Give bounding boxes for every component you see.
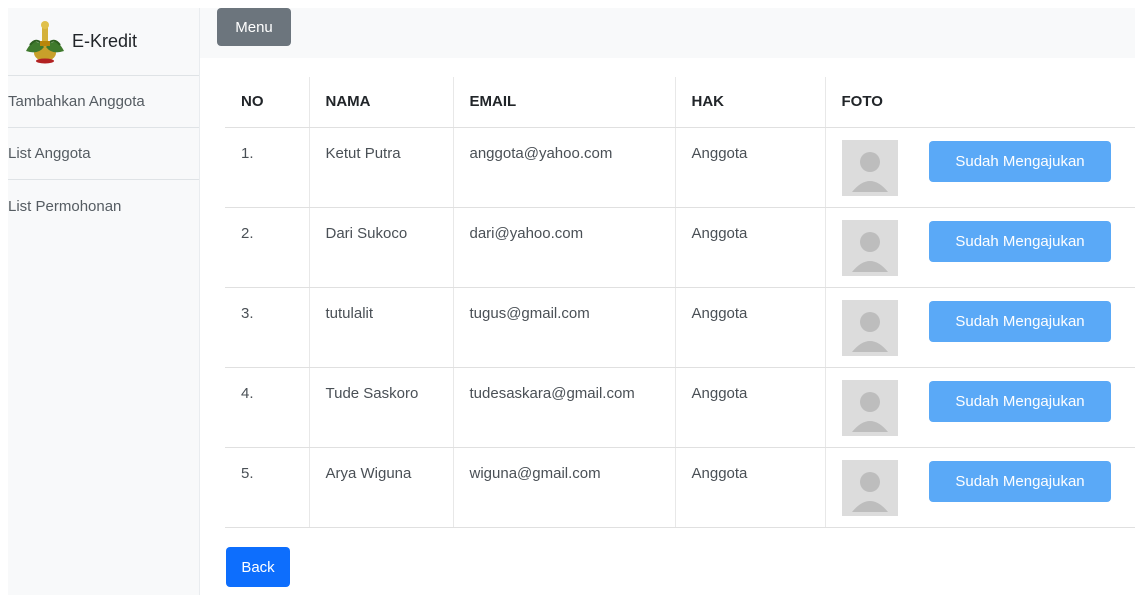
sidebar-item-list-permohonan[interactable]: List Permohonan bbox=[8, 180, 199, 232]
row-email: dari@yahoo.com bbox=[452, 207, 675, 288]
back-button[interactable]: Back bbox=[226, 547, 290, 587]
table-row: 3. tutulalit tugus@gmail.com Anggota Sud… bbox=[225, 287, 1135, 368]
header-email: EMAIL bbox=[452, 77, 675, 128]
row-action: Sudah Mengajukan bbox=[915, 367, 1135, 448]
row-nama: Ketut Putra bbox=[308, 127, 453, 208]
row-no: 4. bbox=[225, 367, 309, 448]
row-foto bbox=[824, 207, 915, 288]
row-no: 3. bbox=[225, 287, 309, 368]
header-nama: NAMA bbox=[308, 77, 453, 128]
row-email: tugus@gmail.com bbox=[452, 287, 675, 368]
row-nama: Arya Wiguna bbox=[308, 447, 453, 528]
emblem-logo-icon bbox=[26, 20, 64, 63]
row-email: tudesaskara@gmail.com bbox=[452, 367, 675, 448]
header-no: NO bbox=[225, 77, 309, 128]
row-hak: Anggota bbox=[674, 207, 825, 288]
brand[interactable]: E-Kredit bbox=[8, 8, 199, 76]
row-action: Sudah Mengajukan bbox=[915, 207, 1135, 288]
sudah-mengajukan-button[interactable]: Sudah Mengajukan bbox=[929, 140, 1111, 182]
row-nama: tutulalit bbox=[308, 287, 453, 368]
row-nama: Dari Sukoco bbox=[308, 207, 453, 288]
menu-button[interactable]: Menu bbox=[217, 8, 291, 46]
row-action: Sudah Mengajukan bbox=[915, 287, 1135, 368]
user-avatar-icon bbox=[841, 299, 898, 356]
sidebar-nav: Tambahkan Anggota List Anggota List Perm… bbox=[8, 76, 199, 232]
sudah-mengajukan-button[interactable]: Sudah Mengajukan bbox=[929, 460, 1111, 502]
row-foto bbox=[824, 367, 915, 448]
row-action: Sudah Mengajukan bbox=[915, 447, 1135, 528]
header-foto: FOTO bbox=[824, 77, 915, 128]
table-row: 1. Ketut Putra anggota@yahoo.com Anggota… bbox=[225, 127, 1135, 208]
row-hak: Anggota bbox=[674, 367, 825, 448]
sidebar-item-tambahkan-anggota[interactable]: Tambahkan Anggota bbox=[8, 76, 199, 128]
sidebar-item-list-anggota[interactable]: List Anggota bbox=[8, 128, 199, 180]
row-hak: Anggota bbox=[674, 447, 825, 528]
header-action bbox=[915, 77, 1135, 128]
members-table: NO NAMA EMAIL HAK FOTO 1. Ketut Putra an… bbox=[225, 77, 1135, 528]
user-avatar-icon bbox=[841, 459, 898, 516]
members-table-container: NO NAMA EMAIL HAK FOTO 1. Ketut Putra an… bbox=[225, 77, 1135, 528]
brand-title: E-Kredit bbox=[72, 31, 138, 51]
sudah-mengajukan-button[interactable]: Sudah Mengajukan bbox=[929, 380, 1111, 422]
row-nama: Tude Saskoro bbox=[308, 367, 453, 448]
row-hak: Anggota bbox=[674, 127, 825, 208]
row-action: Sudah Mengajukan bbox=[915, 127, 1135, 208]
sidebar: E-Kredit Tambahkan Anggota List Anggota … bbox=[8, 8, 200, 595]
row-foto bbox=[824, 287, 915, 368]
row-foto bbox=[824, 447, 915, 528]
table-row: 5. Arya Wiguna wiguna@gmail.com Anggota … bbox=[225, 447, 1135, 528]
header-hak: HAK bbox=[674, 77, 825, 128]
table-row: 2. Dari Sukoco dari@yahoo.com Anggota Su… bbox=[225, 207, 1135, 288]
row-no: 1. bbox=[225, 127, 309, 208]
sudah-mengajukan-button[interactable]: Sudah Mengajukan bbox=[929, 220, 1111, 262]
table-row: 4. Tude Saskoro tudesaskara@gmail.com An… bbox=[225, 367, 1135, 448]
row-email: anggota@yahoo.com bbox=[452, 127, 675, 208]
user-avatar-icon bbox=[841, 379, 898, 436]
row-no: 5. bbox=[225, 447, 309, 528]
row-hak: Anggota bbox=[674, 287, 825, 368]
row-email: wiguna@gmail.com bbox=[452, 447, 675, 528]
user-avatar-icon bbox=[841, 139, 898, 196]
sudah-mengajukan-button[interactable]: Sudah Mengajukan bbox=[929, 300, 1111, 342]
table-header-row: NO NAMA EMAIL HAK FOTO bbox=[225, 77, 1135, 128]
row-foto bbox=[824, 127, 915, 208]
topbar: Menu bbox=[200, 8, 1135, 58]
row-no: 2. bbox=[225, 207, 309, 288]
user-avatar-icon bbox=[841, 219, 898, 276]
